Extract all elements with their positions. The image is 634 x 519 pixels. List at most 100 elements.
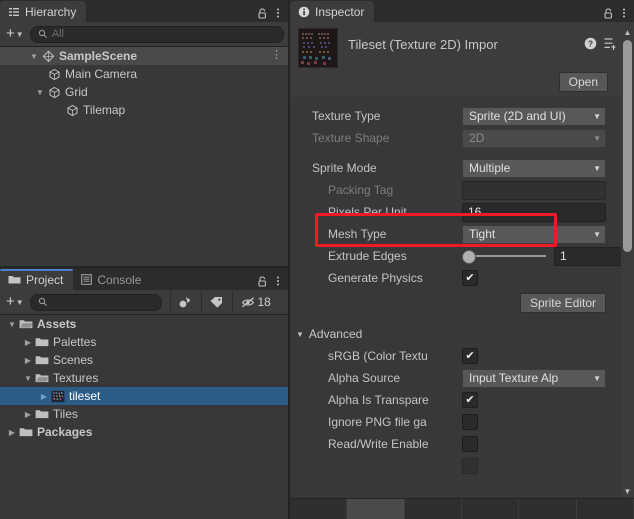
- scroll-up-arrow[interactable]: ▲: [624, 28, 632, 38]
- input-value: 16: [468, 205, 482, 219]
- asset-filter-icon[interactable]: [169, 291, 201, 313]
- folder-icon: [8, 274, 21, 285]
- sprite-editor-button[interactable]: Sprite Editor: [519, 293, 606, 313]
- expand-arrow-right-icon[interactable]: ▶: [22, 410, 34, 419]
- project-row-textures[interactable]: ▼ Textures: [0, 369, 288, 387]
- slider-track[interactable]: [462, 250, 546, 264]
- search-icon: [38, 29, 48, 39]
- field-packing-tag: Packing Tag: [290, 179, 634, 201]
- hierarchy-row-tilemap[interactable]: Tilemap: [0, 101, 288, 119]
- project-row-palettes[interactable]: ▶ Palettes: [0, 333, 288, 351]
- clipped-checkbox[interactable]: [462, 458, 478, 474]
- inspector-body: Texture Type Sprite (2D and UI) ▼ Textur…: [290, 97, 634, 499]
- expand-arrow-right-icon[interactable]: ▶: [22, 356, 34, 365]
- tab-inspector[interactable]: Inspector: [290, 1, 375, 22]
- expand-arrow-right-icon[interactable]: ▶: [6, 428, 18, 437]
- platform-tab-other[interactable]: [577, 499, 634, 519]
- packing-tag-input: [462, 180, 606, 200]
- platform-tab-android[interactable]: [405, 499, 462, 519]
- platform-tab-ios[interactable]: [462, 499, 520, 519]
- field-label: Extrude Edges: [328, 249, 407, 263]
- preset-icon[interactable]: [603, 37, 616, 50]
- gameobject-icon: [64, 104, 80, 117]
- project-row-label: Textures: [53, 371, 99, 385]
- kebab-menu-icon[interactable]: [276, 275, 280, 287]
- dropdown-value: Sprite (2D and UI): [469, 109, 566, 123]
- field-label: Read/Write Enable: [328, 437, 429, 451]
- project-search-input[interactable]: [29, 293, 162, 311]
- folder-icon: [34, 354, 50, 366]
- mesh-type-dropdown[interactable]: Tight ▼: [462, 224, 606, 244]
- project-row-label: Packages: [37, 425, 93, 439]
- pixels-per-unit-input[interactable]: 16: [462, 202, 606, 222]
- hierarchy-row-main-camera[interactable]: Main Camera: [0, 65, 288, 83]
- expand-arrow-down-icon[interactable]: ▼: [34, 88, 46, 97]
- folder-open-icon: [34, 372, 50, 384]
- project-row-packages[interactable]: ▶ Packages: [0, 423, 288, 441]
- expand-arrow-right-icon[interactable]: ▶: [22, 338, 34, 347]
- kebab-menu-icon[interactable]: [622, 7, 626, 19]
- project-row-assets[interactable]: ▼ Assets: [0, 315, 288, 333]
- alpha-source-dropdown[interactable]: Input Texture Alp ▼: [462, 368, 606, 388]
- advanced-foldout[interactable]: ▼ Advanced: [290, 323, 634, 345]
- hierarchy-row-label: Tilemap: [83, 103, 126, 117]
- field-label: Sprite Mode: [312, 161, 377, 175]
- chevron-down-icon: ▼: [15, 297, 24, 307]
- extrude-edges-slider[interactable]: [462, 250, 554, 264]
- hierarchy-add-button[interactable]: + ▼: [4, 25, 26, 42]
- hierarchy-tab-actions: [257, 7, 288, 22]
- chevron-down-icon: ▼: [296, 329, 304, 339]
- field-label: Alpha Source: [328, 371, 401, 385]
- extrude-edges-input[interactable]: 1: [554, 246, 622, 266]
- tab-hierarchy[interactable]: Hierarchy: [0, 1, 87, 22]
- inspector-scrollbar[interactable]: ▲ ▼: [621, 28, 634, 497]
- platform-tab-default[interactable]: [290, 499, 348, 519]
- hierarchy-row-menu-icon[interactable]: ⋮: [271, 49, 282, 61]
- tileset-thumbnail: [298, 28, 338, 68]
- folder-icon: [34, 336, 50, 348]
- panel-divider-horizontal[interactable]: [0, 266, 288, 268]
- scrollbar-thumb[interactable]: [623, 40, 632, 252]
- lock-open-icon[interactable]: [603, 7, 614, 19]
- label-filter-icon[interactable]: [200, 291, 232, 313]
- project-row-scenes[interactable]: ▶ Scenes: [0, 351, 288, 369]
- tab-console[interactable]: Console: [73, 269, 152, 290]
- inspector-asset-header: Tileset (Texture 2D) Impor ? Open: [290, 22, 634, 98]
- help-icon[interactable]: ?: [584, 37, 597, 50]
- lock-open-icon[interactable]: [257, 275, 268, 287]
- project-row-tiles[interactable]: ▶ Tiles: [0, 405, 288, 423]
- expand-arrow-down-icon[interactable]: ▼: [22, 374, 34, 383]
- kebab-menu-icon[interactable]: [276, 7, 280, 19]
- advanced-label: Advanced: [308, 327, 363, 341]
- project-toolbar: + ▼ 18: [0, 290, 288, 315]
- lock-open-icon[interactable]: [257, 7, 268, 19]
- dropdown-value: Multiple: [469, 161, 511, 175]
- ignore-png-gamma-checkbox[interactable]: [462, 414, 478, 430]
- hierarchy-tree: ▼ SampleScene ⋮ Main Camera ▼ Grid Tilem…: [0, 47, 288, 268]
- hierarchy-search-input[interactable]: All: [29, 25, 284, 43]
- generate-physics-checkbox[interactable]: ✔: [462, 270, 478, 286]
- alpha-is-transparency-checkbox[interactable]: ✔: [462, 392, 478, 408]
- project-row-label: Palettes: [53, 335, 97, 349]
- read-write-enabled-checkbox[interactable]: [462, 436, 478, 452]
- expand-arrow-down-icon[interactable]: ▼: [28, 52, 40, 61]
- expand-arrow-right-icon[interactable]: ▶: [38, 392, 50, 401]
- platform-tab-webgl[interactable]: [519, 499, 577, 519]
- project-row-tileset[interactable]: ▶ tileset: [0, 387, 288, 405]
- slider-knob[interactable]: [462, 250, 476, 264]
- field-label: Texture Type: [312, 109, 381, 123]
- sprite-mode-dropdown[interactable]: Multiple ▼: [462, 158, 606, 178]
- hierarchy-add-label: +: [6, 25, 15, 42]
- open-button[interactable]: Open: [558, 72, 608, 92]
- hierarchy-row-grid[interactable]: ▼ Grid: [0, 83, 288, 101]
- tab-project[interactable]: Project: [0, 269, 74, 290]
- expand-arrow-down-icon[interactable]: ▼: [6, 320, 18, 329]
- field-mesh-type: Mesh Type Tight ▼: [290, 223, 634, 245]
- srgb-checkbox[interactable]: ✔: [462, 348, 478, 364]
- project-add-button[interactable]: + ▼: [4, 294, 26, 309]
- texture-type-dropdown[interactable]: Sprite (2D and UI) ▼: [462, 106, 606, 126]
- hidden-packages-toggle[interactable]: 18: [231, 291, 279, 313]
- platform-tab-standalone[interactable]: [347, 499, 405, 519]
- hierarchy-row-samplescene[interactable]: ▼ SampleScene ⋮: [0, 47, 288, 65]
- scroll-down-arrow[interactable]: ▼: [624, 487, 632, 497]
